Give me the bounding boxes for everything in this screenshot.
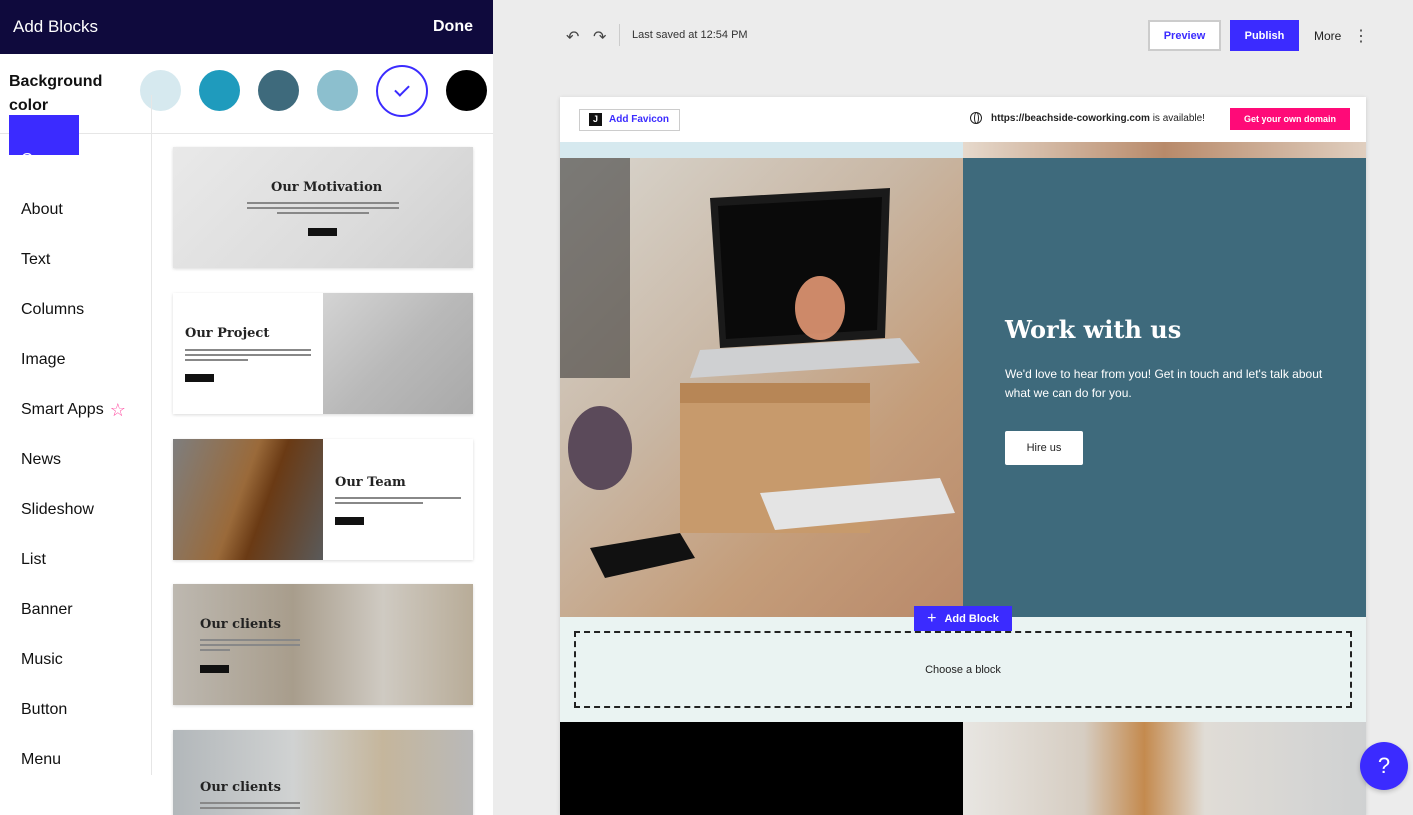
domain-available-text: is available! [1149, 112, 1205, 124]
thumbnail-image [323, 293, 473, 414]
site-canvas: J Add Favicon https://beachside-coworkin… [560, 97, 1366, 815]
thumbnail-text-lines [200, 802, 300, 812]
last-saved-text: Last saved at 12:54 PM [632, 29, 748, 41]
category-label: Button [21, 701, 68, 718]
category-about[interactable]: About [0, 185, 151, 235]
category-cover[interactable]: Cover [0, 95, 151, 185]
color-swatch[interactable] [317, 70, 358, 111]
thumbnail-text-lines [247, 202, 399, 217]
panel-title: Add Blocks [13, 17, 99, 36]
color-swatch[interactable] [199, 70, 240, 111]
editor-toolbar: ↶ ↷ Last saved at 12:54 PM Preview Publi… [493, 0, 1413, 80]
category-label: Columns [21, 301, 85, 318]
thumbnail-button [200, 665, 229, 673]
next-block-dark-panel[interactable] [560, 722, 963, 815]
star-icon: ☆ [109, 400, 126, 420]
block-thumbnail[interactable]: Our clients [173, 730, 473, 815]
hero-title[interactable]: Work with us [1005, 315, 1181, 344]
category-image[interactable]: Image [0, 335, 151, 385]
add-favicon-button[interactable]: J Add Favicon [579, 108, 681, 131]
category-label: News [21, 451, 62, 468]
category-label: Music [21, 651, 63, 668]
hire-us-button[interactable]: Hire us [1005, 431, 1083, 465]
color-swatch[interactable] [258, 70, 299, 111]
redo-icon[interactable]: ↷ [593, 27, 606, 47]
category-menu[interactable]: Menu [0, 735, 151, 785]
category-label: About [21, 201, 63, 218]
block-thumbnail[interactable]: Our clients [173, 584, 473, 705]
choose-block-placeholder[interactable]: Choose a block [574, 631, 1352, 708]
category-label: Cover [21, 151, 64, 168]
preview-button[interactable]: Preview [1148, 20, 1221, 51]
thumbnail-text-lines [200, 639, 300, 654]
thumbnail-text-lines [185, 349, 311, 364]
category-label: Image [21, 351, 66, 368]
thumbnail-title: Our clients [200, 617, 281, 632]
category-label: Slideshow [21, 501, 94, 518]
choose-block-zone: Choose a block [560, 617, 1366, 722]
category-label: Smart Apps [21, 401, 104, 418]
toolbar-divider [619, 24, 620, 46]
help-button[interactable]: ? [1360, 742, 1408, 790]
block-thumbnail[interactable]: Our Team [173, 439, 473, 560]
block-thumbnail[interactable]: Our Motivation [173, 147, 473, 268]
category-label: Text [21, 251, 51, 268]
undo-icon[interactable]: ↶ [566, 27, 579, 47]
thumbnail-title: Our Project [185, 326, 270, 341]
category-smart-apps[interactable]: Smart Apps ☆ [0, 385, 151, 435]
thumbnail-button [185, 374, 214, 382]
desk-illustration [560, 158, 955, 578]
more-menu-label[interactable]: More [1314, 29, 1341, 43]
thumbnail-button [308, 228, 337, 236]
add-block-label: Add Block [944, 612, 999, 625]
category-music[interactable]: Music [0, 635, 151, 685]
hero-top-strip [560, 142, 1366, 158]
category-text[interactable]: Text [0, 235, 151, 285]
publish-button[interactable]: Publish [1230, 20, 1299, 51]
color-swatches [140, 65, 487, 117]
domain-bar: J Add Favicon https://beachside-coworkin… [560, 97, 1366, 142]
category-banner[interactable]: Banner [0, 585, 151, 635]
category-news[interactable]: News [0, 435, 151, 485]
favicon-logo-icon: J [589, 113, 602, 126]
category-label: Banner [21, 601, 73, 618]
block-thumbnail[interactable]: Our Project [173, 293, 473, 414]
plus-icon: + [927, 609, 937, 627]
category-label: Menu [21, 751, 62, 768]
cover-block[interactable]: Work with us We'd love to hear from you!… [560, 158, 1366, 617]
category-label: List [21, 551, 46, 568]
hero-body[interactable]: We'd love to hear from you! Get in touch… [1005, 365, 1325, 403]
thumbnail-title: Our clients [200, 780, 281, 795]
hero-image [560, 158, 963, 617]
color-swatch[interactable] [376, 65, 428, 117]
add-block-button[interactable]: + Add Block [914, 606, 1012, 631]
app: Add Blocks Done Background color Cover Ab… [0, 0, 1413, 815]
color-swatch[interactable] [446, 70, 487, 111]
category-button[interactable]: Button [0, 685, 151, 735]
block-thumbnails: Our Motivation Our Project Our Team Our … [153, 135, 493, 815]
hero-text-panel: Work with us We'd love to hear from you!… [963, 158, 1366, 617]
add-blocks-panel: Add Blocks Done Background color Cover Ab… [0, 0, 493, 815]
panel-header: Add Blocks Done [0, 0, 493, 54]
thumbnail-button [335, 517, 364, 525]
next-block-image[interactable] [963, 722, 1366, 815]
checkmark-icon [394, 81, 410, 97]
block-category-list: Cover About Text Columns Image Smart Apps ☆ New… [0, 95, 152, 775]
thumbnail-title: Our Motivation [271, 180, 383, 195]
get-domain-button[interactable]: Get your own domain [1230, 108, 1350, 130]
category-columns[interactable]: Columns [0, 285, 151, 335]
thumbnail-text-lines [335, 497, 461, 507]
domain-url: https://beachside-coworking.com [991, 112, 1150, 124]
category-slideshow[interactable]: Slideshow [0, 485, 151, 535]
add-favicon-label: Add Favicon [609, 114, 670, 125]
domain-availability: https://beachside-coworking.com is avail… [970, 112, 1205, 124]
thumbnail-image [173, 439, 323, 560]
thumbnail-title: Our Team [335, 475, 406, 490]
globe-icon [970, 112, 982, 124]
more-vertical-icon[interactable]: ⋮ [1353, 26, 1369, 46]
done-button[interactable]: Done [433, 18, 473, 36]
category-list[interactable]: List [0, 535, 151, 585]
